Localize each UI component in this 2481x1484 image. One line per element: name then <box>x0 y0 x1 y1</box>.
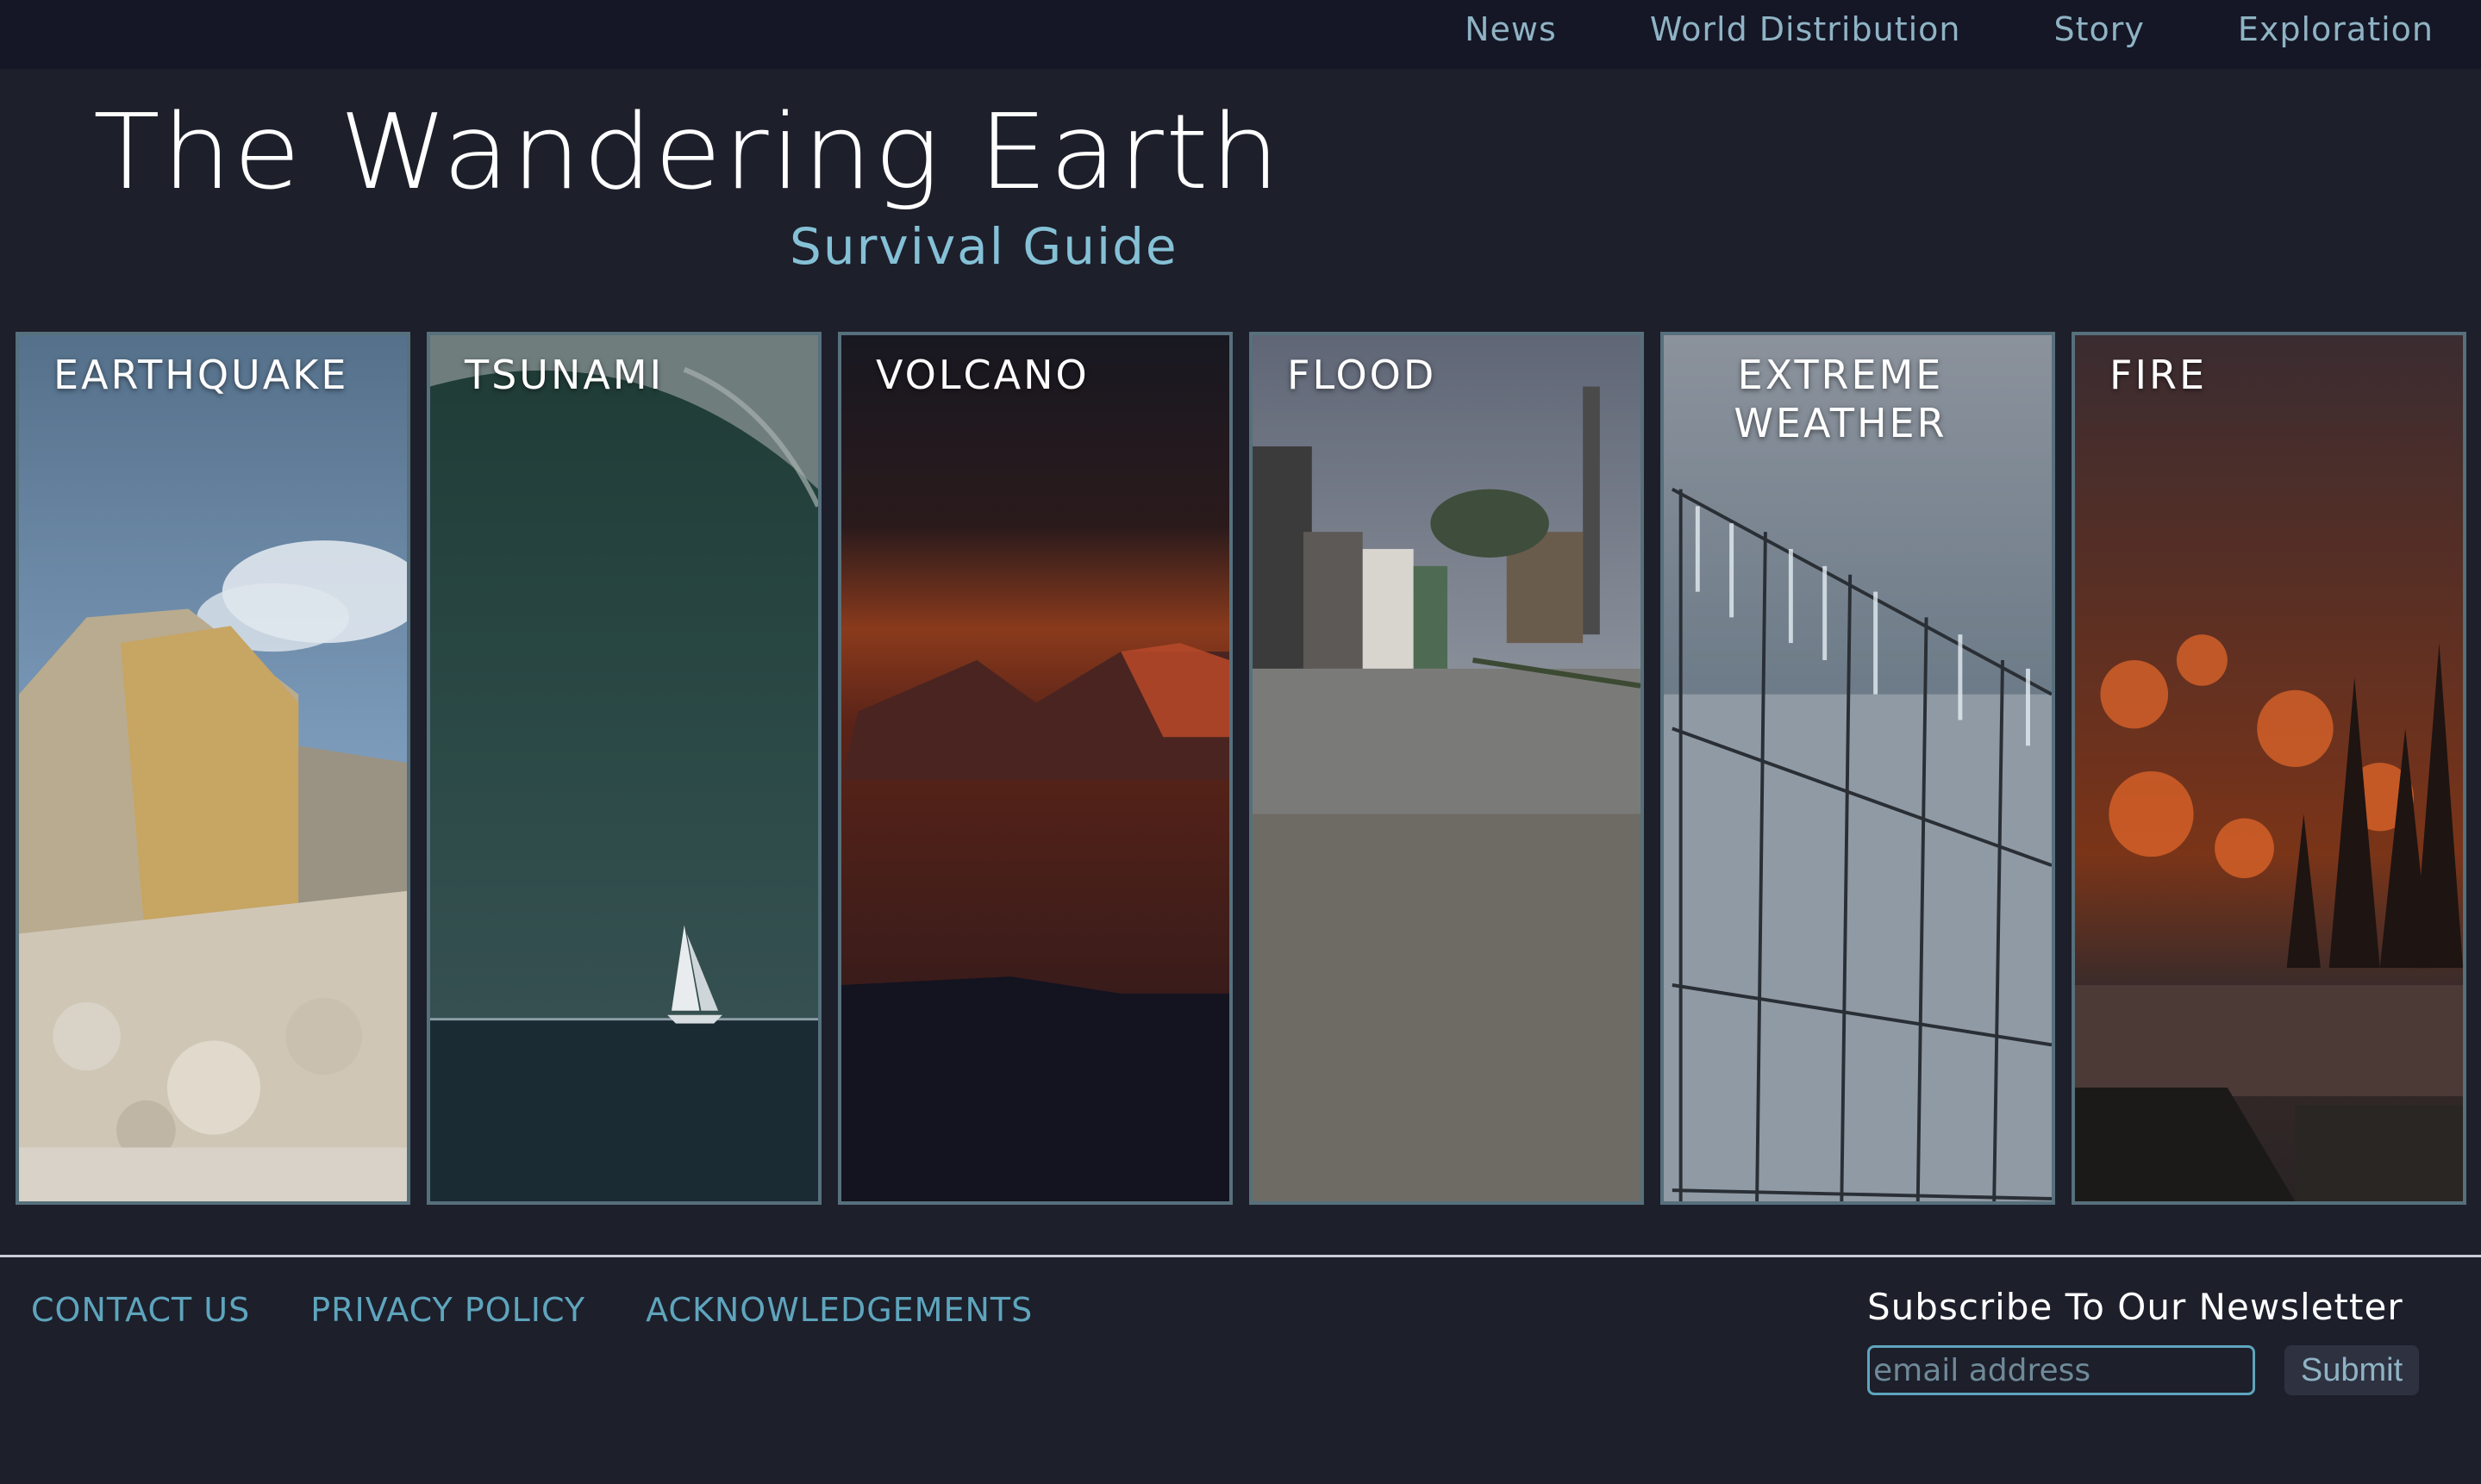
newsletter-form: Submit <box>1867 1345 2419 1395</box>
card-label-fire: FIRE <box>2109 352 2208 398</box>
top-nav-bar: News World Distribution Story Exploratio… <box>0 0 2481 69</box>
card-tsunami[interactable]: TSUNAMI <box>427 332 822 1205</box>
footer-link-privacy-policy[interactable]: PRIVACY POLICY <box>310 1291 585 1329</box>
nav-item-story[interactable]: Story <box>2053 10 2144 48</box>
volcano-image <box>841 335 1229 1201</box>
main-nav: News World Distribution Story Exploratio… <box>1465 10 2434 48</box>
flood-image <box>1253 335 1640 1201</box>
submit-button[interactable]: Submit <box>2284 1345 2419 1395</box>
extreme-weather-image <box>1664 335 2052 1201</box>
footer-divider <box>0 1255 2481 1257</box>
nav-item-world-distribution[interactable]: World Distribution <box>1650 10 1961 48</box>
footer-link-contact-us[interactable]: CONTACT US <box>31 1291 250 1329</box>
newsletter-section: Subscribe To Our Newsletter Submit <box>1867 1286 2419 1395</box>
email-field[interactable] <box>1867 1345 2255 1395</box>
footer-link-acknowledgements[interactable]: ACKNOWLEDGEMENTS <box>646 1291 1033 1329</box>
card-label-extreme-weather: EXTREME WEATHER <box>1734 352 1947 446</box>
earthquake-image <box>19 335 407 1201</box>
nav-item-exploration[interactable]: Exploration <box>2238 10 2434 48</box>
disaster-cards: EARTHQUAKE TSUNAMI VOLCANO FLOOD EXTREME… <box>16 332 2466 1205</box>
newsletter-title: Subscribe To Our Newsletter <box>1867 1286 2403 1328</box>
page-title: The Wandering Earth <box>93 93 1282 213</box>
card-extreme-weather[interactable]: EXTREME WEATHER <box>1660 332 2055 1205</box>
card-label-earthquake: EARTHQUAKE <box>53 352 349 398</box>
card-label-flood: FLOOD <box>1287 352 1437 398</box>
fire-image <box>2075 335 2463 1201</box>
card-fire[interactable]: FIRE <box>2072 332 2466 1205</box>
card-volcano[interactable]: VOLCANO <box>838 332 1233 1205</box>
card-label-volcano: VOLCANO <box>876 352 1090 398</box>
tsunami-image <box>430 335 818 1201</box>
nav-item-news[interactable]: News <box>1465 10 1557 48</box>
footer-links: CONTACT US PRIVACY POLICY ACKNOWLEDGEMEN… <box>31 1291 1033 1329</box>
card-earthquake[interactable]: EARTHQUAKE <box>16 332 410 1205</box>
page-subtitle: Survival Guide <box>790 217 1178 276</box>
card-flood[interactable]: FLOOD <box>1249 332 1644 1205</box>
card-label-tsunami: TSUNAMI <box>465 352 665 398</box>
